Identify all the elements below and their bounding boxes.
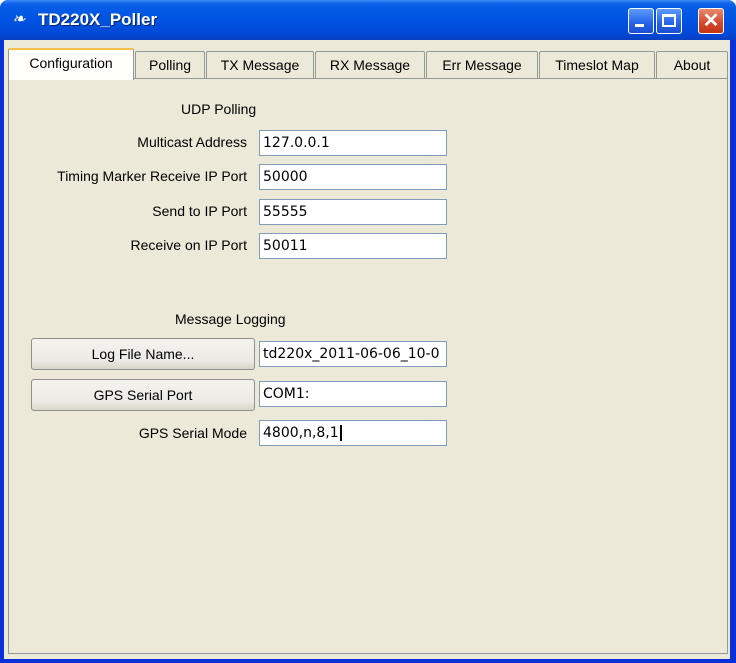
tab-configuration[interactable]: Configuration: [8, 48, 134, 80]
close-icon: ✕: [702, 10, 720, 32]
window-title: TD220X_Poller: [38, 10, 158, 29]
tab-tx-message[interactable]: TX Message: [206, 51, 314, 79]
close-button[interactable]: ✕: [698, 8, 724, 34]
tab-timeslot-map[interactable]: Timeslot Map: [539, 51, 655, 79]
gps-serial-mode-label: GPS Serial Mode: [138, 425, 247, 441]
gps-port-input[interactable]: COM1:: [259, 381, 447, 407]
send-port-label: Send to IP Port: [152, 203, 247, 219]
tab-polling[interactable]: Polling: [135, 51, 205, 79]
title-bar[interactable]: ❧ TD220X_Poller ✕: [0, 0, 736, 40]
maximize-button[interactable]: [656, 8, 682, 34]
minimize-icon: [635, 24, 644, 27]
receive-port-input[interactable]: 50011: [259, 233, 447, 259]
gps-serial-mode-input[interactable]: 4800,n,8,1: [259, 420, 447, 446]
tab-err-message[interactable]: Err Message: [426, 51, 538, 79]
udp-polling-heading: UDP Polling: [181, 101, 257, 117]
tab-about[interactable]: About: [656, 51, 728, 79]
receive-port-label: Receive on IP Port: [130, 237, 247, 253]
gps-serial-mode-value: 4800,n,8,1: [263, 425, 339, 441]
multicast-address-label: Multicast Address: [137, 134, 247, 150]
log-file-name-button[interactable]: Log File Name...: [31, 338, 255, 370]
minimize-button[interactable]: [628, 8, 654, 34]
text-caret: [339, 425, 342, 441]
feather-icon: ❧: [12, 11, 26, 28]
tab-rx-message[interactable]: RX Message: [315, 51, 425, 79]
configuration-panel: UDP Polling Multicast Address 127.0.0.1 …: [8, 78, 728, 654]
gps-serial-port-button[interactable]: GPS Serial Port: [31, 379, 255, 411]
timing-marker-port-label: Timing Marker Receive IP Port: [57, 168, 247, 184]
timing-marker-port-input[interactable]: 50000: [259, 164, 447, 190]
log-file-input[interactable]: td220x_2011-06-06_10-0: [259, 341, 447, 367]
maximize-icon: [662, 14, 676, 27]
message-logging-heading: Message Logging: [175, 311, 286, 327]
send-port-input[interactable]: 55555: [259, 199, 447, 225]
client-area: Configuration Polling TX Message RX Mess…: [4, 40, 730, 659]
multicast-address-input[interactable]: 127.0.0.1: [259, 130, 447, 156]
app-window: ❧ TD220X_Poller ✕ Configuration Polling …: [0, 0, 736, 663]
